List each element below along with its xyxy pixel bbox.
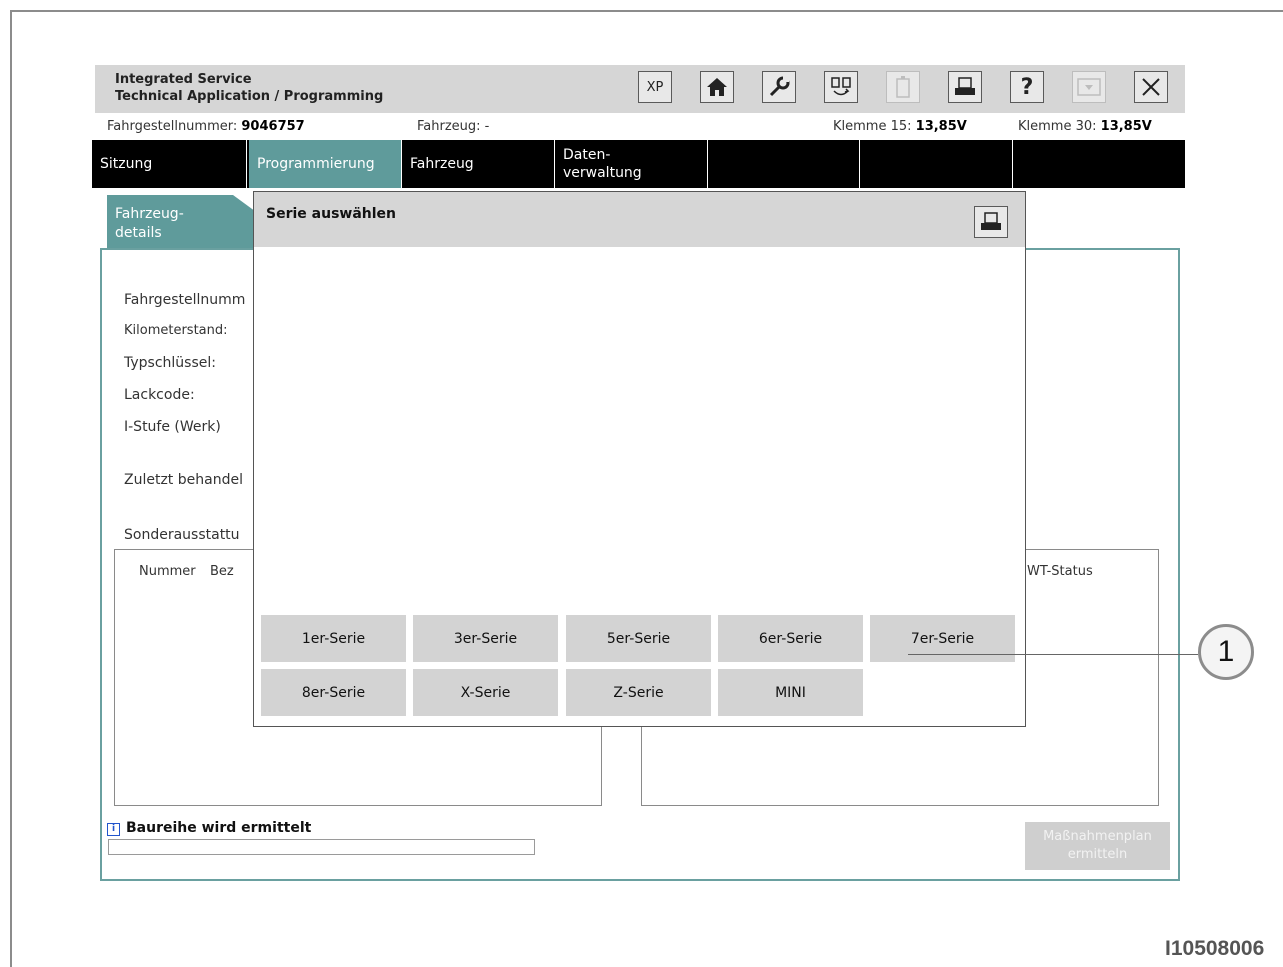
serie-dialog: Serie auswählen 1er-Serie 3er-Serie 5er-… [253, 191, 1026, 727]
serie-button-mini[interactable]: MINI [718, 669, 863, 716]
page-frame-top [10, 10, 1283, 12]
serie-button-3er[interactable]: 3er-Serie [413, 615, 558, 662]
app-title-line2: Technical Application / Programming [115, 89, 384, 104]
help-button[interactable]: ? [1010, 71, 1044, 103]
menu-empty-1[interactable] [708, 140, 860, 188]
field-typekey-label: Typschlüssel: [124, 355, 216, 371]
title-bar: Integrated Service Technical Application… [95, 65, 1185, 113]
massnahmenplan-button[interactable]: Maßnahmenplan ermitteln [1025, 822, 1170, 870]
field-mileage-label: Kilometerstand: [124, 323, 228, 338]
serie-button-x[interactable]: X-Serie [413, 669, 558, 716]
vin-label: Fahrgestellnummer: [107, 119, 238, 134]
serie-button-1er[interactable]: 1er-Serie [261, 615, 406, 662]
dialog-title: Serie auswählen [266, 206, 397, 222]
print-button[interactable] [948, 71, 982, 103]
vin-status: Fahrgestellnummer: 9046757 [107, 119, 305, 134]
progress-bar [108, 839, 535, 855]
info-text: Baureihe wird ermittelt [126, 820, 312, 836]
page-frame-left [10, 10, 12, 967]
menu-empty-3[interactable] [1013, 140, 1185, 188]
battery-icon [896, 76, 910, 98]
menu-datenverwaltung[interactable]: Daten- verwaltung [555, 140, 708, 188]
minimize-icon [1077, 78, 1101, 96]
menu-sitzung[interactable]: Sitzung [92, 140, 247, 188]
menu-programmierung[interactable]: Programmierung [249, 140, 402, 188]
vehicle-label: Fahrzeug: [417, 119, 481, 134]
klemme30-label: Klemme 30: [1018, 119, 1097, 134]
serie-button-z[interactable]: Z-Serie [566, 669, 711, 716]
tab-label: Fahrzeug- details [115, 206, 184, 241]
plan-button-label: Maßnahmenplan ermitteln [1043, 829, 1152, 862]
callout-number: 1 [1217, 635, 1235, 668]
status-bar: Fahrgestellnummer: 9046757 Fahrzeug: - K… [95, 113, 1185, 140]
vehicle-value: - [484, 119, 490, 134]
menu-label: Fahrzeug [410, 156, 474, 172]
klemme15-value: 13,85V [915, 119, 967, 134]
battery-button[interactable] [886, 71, 920, 103]
serie-button-8er[interactable]: 8er-Serie [261, 669, 406, 716]
menu-label: Sitzung [100, 156, 153, 172]
print-icon [981, 212, 1001, 230]
field-istufe-label: I-Stufe (Werk) [124, 419, 221, 435]
app-title-line1: Integrated Service [115, 72, 252, 87]
connection-icon [831, 77, 851, 96]
tab-fahrzeugdetails[interactable]: Fahrzeug- details [107, 195, 257, 250]
klemme30-value: 13,85V [1100, 119, 1152, 134]
menu-label: Daten- verwaltung [563, 147, 642, 181]
field-vin-label: Fahrgestellnumm [124, 292, 246, 308]
xp-button[interactable]: XP [638, 71, 672, 103]
dialog-print-button[interactable] [974, 206, 1008, 238]
minimize-button[interactable] [1072, 71, 1106, 103]
info-icon: i [107, 823, 120, 836]
xp-icon: XP [646, 79, 664, 95]
vehicle-status: Fahrzeug: - [417, 119, 489, 134]
menu-fahrzeug[interactable]: Fahrzeug [402, 140, 555, 188]
column-header-wt-status: WT-Status [1027, 564, 1093, 579]
home-button[interactable] [700, 71, 734, 103]
menu-label: Programmierung [257, 156, 375, 172]
print-icon [955, 77, 975, 95]
close-icon [1142, 78, 1160, 96]
main-menu: Sitzung Programmierung Fahrzeug Daten- v… [92, 140, 1185, 188]
field-paintcode-label: Lackcode: [124, 387, 195, 403]
klemme30-status: Klemme 30: 13,85V [1018, 119, 1152, 134]
wrench-icon [769, 76, 790, 97]
figure-id: I10508006 [1165, 937, 1265, 960]
home-icon [707, 78, 727, 96]
klemme15-status: Klemme 15: 13,85V [833, 119, 967, 134]
field-special-equipment-label: Sonderausstattu [124, 527, 240, 543]
connection-button[interactable] [824, 71, 858, 103]
serie-button-5er[interactable]: 5er-Serie [566, 615, 711, 662]
field-last-treated-label: Zuletzt behandel [124, 472, 243, 488]
column-header-description: Bez [210, 564, 234, 579]
column-header-number: Nummer [139, 564, 196, 579]
serie-button-6er[interactable]: 6er-Serie [718, 615, 863, 662]
help-icon: ? [1020, 74, 1034, 100]
info-message: i Baureihe wird ermittelt [107, 820, 311, 836]
service-button[interactable] [762, 71, 796, 103]
dialog-header: Serie auswählen [254, 192, 1025, 247]
close-button[interactable] [1134, 71, 1168, 103]
menu-empty-2[interactable] [860, 140, 1013, 188]
vin-value: 9046757 [241, 119, 305, 134]
klemme15-label: Klemme 15: [833, 119, 912, 134]
callout-line [908, 654, 1198, 655]
callout-marker: 1 [1198, 624, 1254, 680]
